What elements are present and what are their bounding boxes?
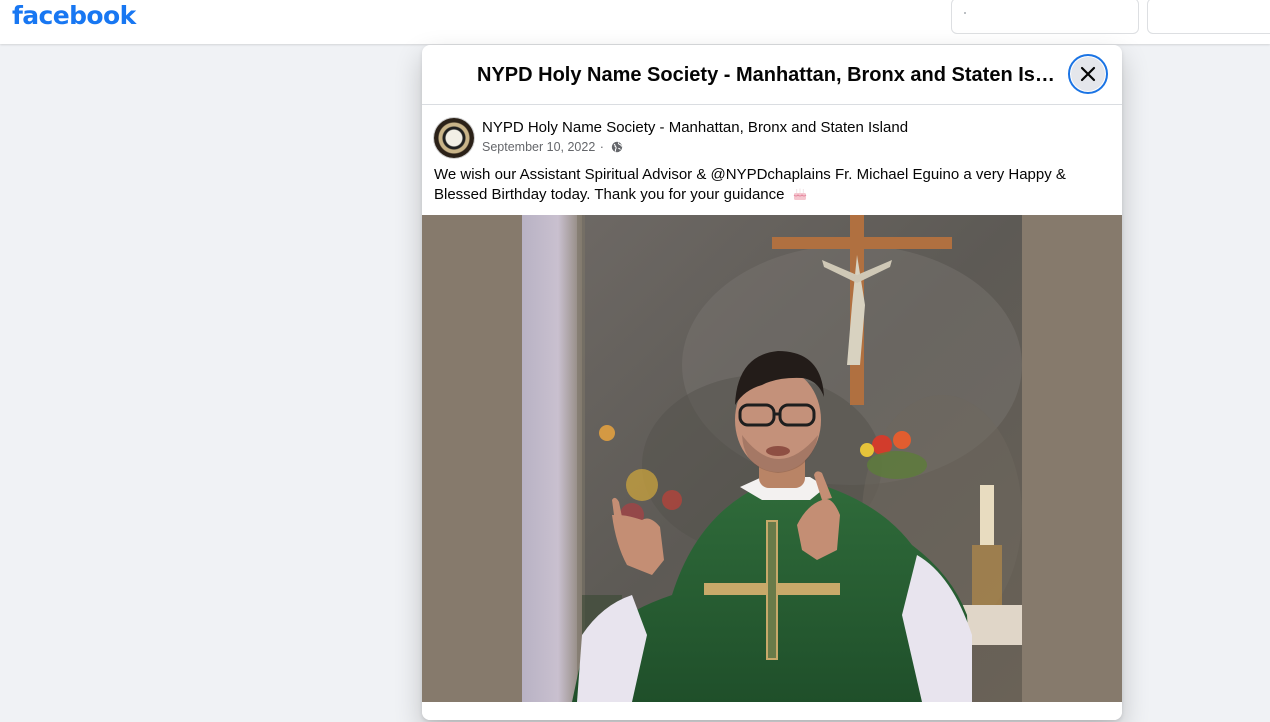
post-photo-frame[interactable] (422, 215, 1122, 702)
post-text: We wish our Assistant Spiritual Advisor … (434, 165, 1094, 205)
close-button[interactable] (1068, 54, 1108, 94)
birthday-cake-icon (792, 187, 808, 201)
post-author[interactable]: NYPD Holy Name Society - Manhattan, Bron… (482, 119, 908, 136)
dialog-header: NYPD Holy Name Society - Manhattan, Bron… (422, 45, 1122, 105)
post-date[interactable]: September 10, 2022 (482, 140, 595, 154)
facebook-logo[interactable]: facebook (12, 1, 136, 30)
close-icon (1080, 66, 1096, 82)
field-placeholder-dot (964, 12, 966, 14)
post-text-line-2: Blessed Birthday today. Thank you for yo… (434, 186, 785, 203)
priest-photo[interactable] (522, 215, 1022, 702)
top-navigation-bar: facebook (0, 0, 1270, 44)
post-meta: September 10, 2022 · (482, 140, 623, 154)
meta-separator: · (599, 140, 604, 154)
top-bar-field-2[interactable] (1147, 0, 1270, 34)
dialog-title: NYPD Holy Name Society - Manhattan, Bron… (477, 64, 1057, 86)
globe-icon[interactable] (611, 141, 623, 153)
top-bar-field-1[interactable] (951, 0, 1139, 34)
dialog-footer-gap (422, 702, 1122, 720)
post-dialog: NYPD Holy Name Society - Manhattan, Bron… (422, 45, 1122, 720)
post-header: NYPD Holy Name Society - Manhattan, Bron… (434, 118, 1110, 160)
post-text-line-1: We wish our Assistant Spiritual Advisor … (434, 166, 1066, 183)
page-avatar[interactable] (434, 118, 474, 158)
